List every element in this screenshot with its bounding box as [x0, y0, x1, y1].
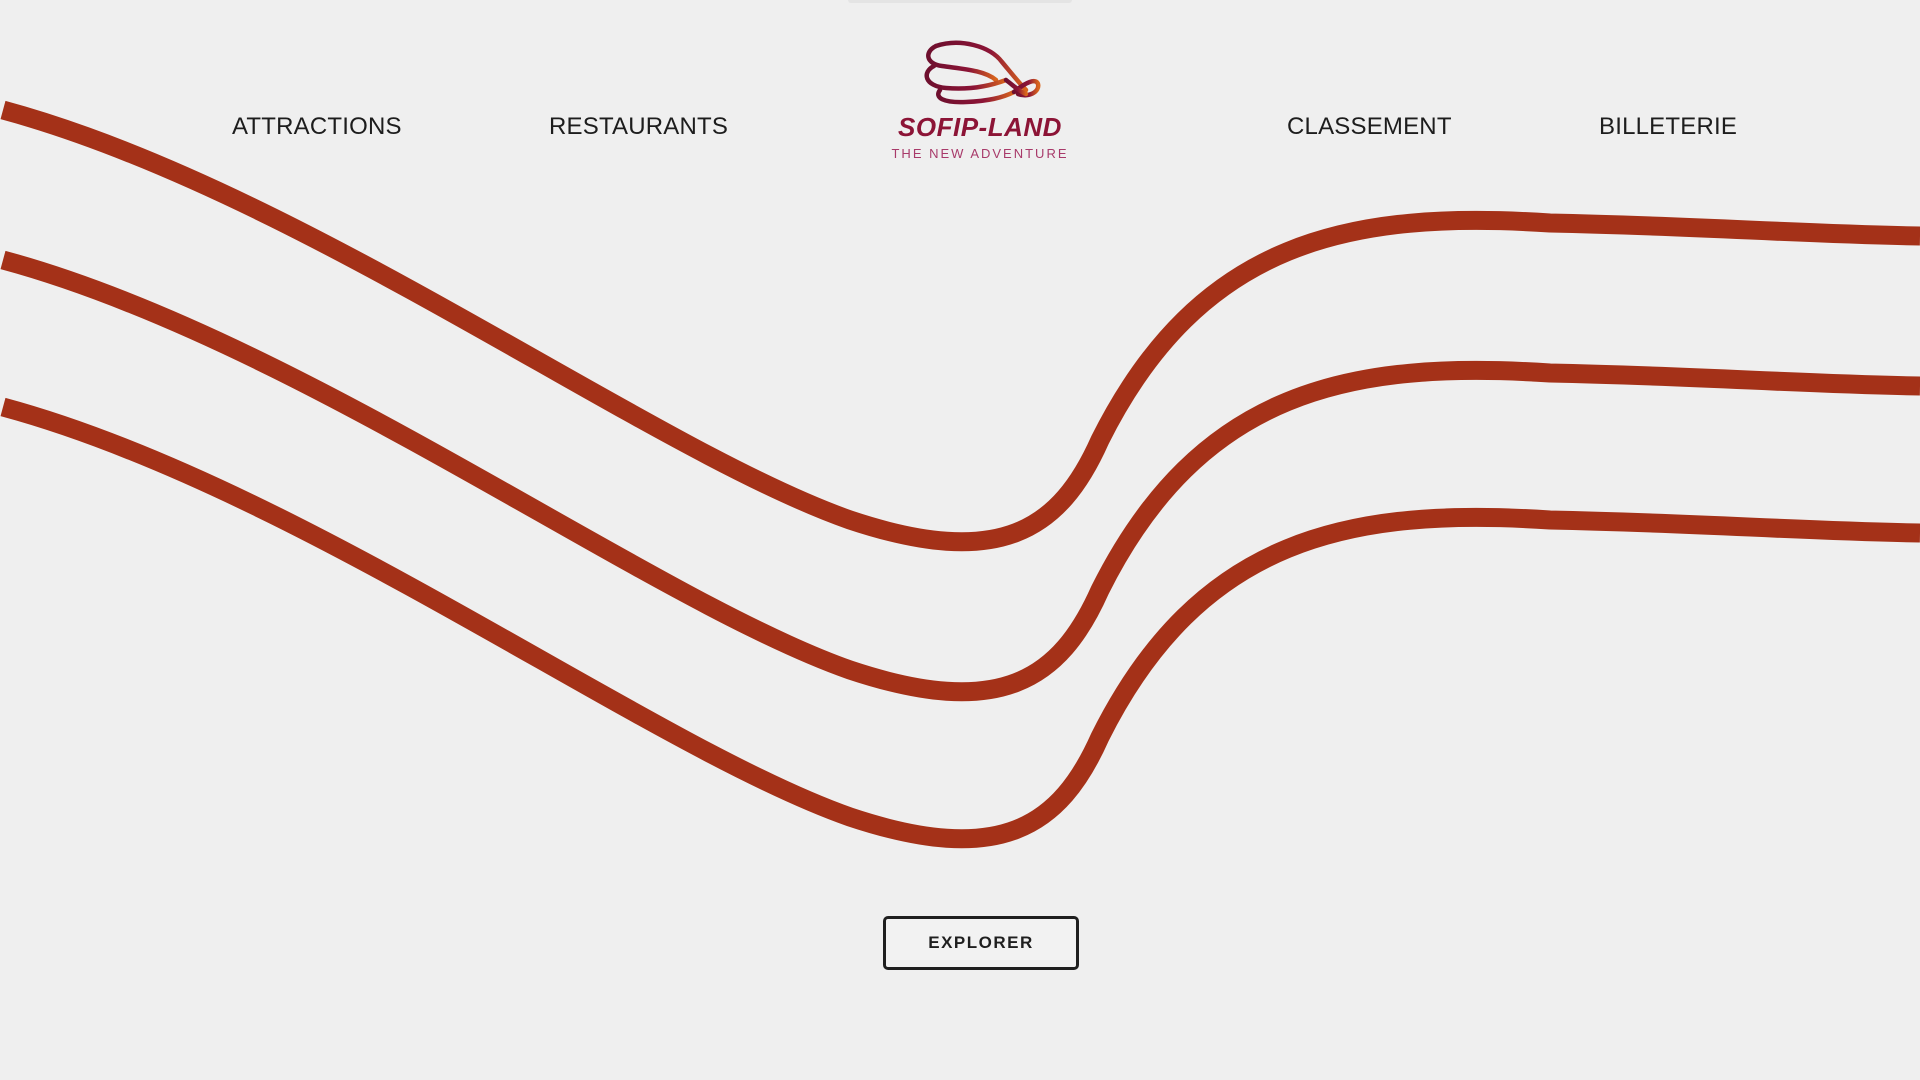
- roller-coaster-loop-icon: [924, 40, 1041, 105]
- nav-link-attractions[interactable]: ATTRACTIONS: [232, 113, 402, 141]
- page: ATTRACTIONS RESTAURANTS SOFIP-LAND THE N…: [0, 0, 1920, 1080]
- nav-link-classement[interactable]: CLASSEMENT: [1287, 113, 1452, 141]
- brand-tagline: THE NEW ADVENTURE: [891, 146, 1069, 161]
- wave-track-3: [0, 397, 1920, 849]
- nav-link-restaurants[interactable]: RESTAURANTS: [549, 113, 728, 141]
- wave-track-2: [0, 250, 1920, 702]
- explore-button[interactable]: EXPLORER: [883, 916, 1079, 970]
- brand-name: SOFIP-LAND: [898, 112, 1062, 142]
- nav-link-billeterie[interactable]: BILLETERIE: [1599, 113, 1737, 141]
- brand-logo[interactable]: SOFIP-LAND THE NEW ADVENTURE: [880, 40, 1080, 165]
- wave-track-1: [0, 100, 1920, 552]
